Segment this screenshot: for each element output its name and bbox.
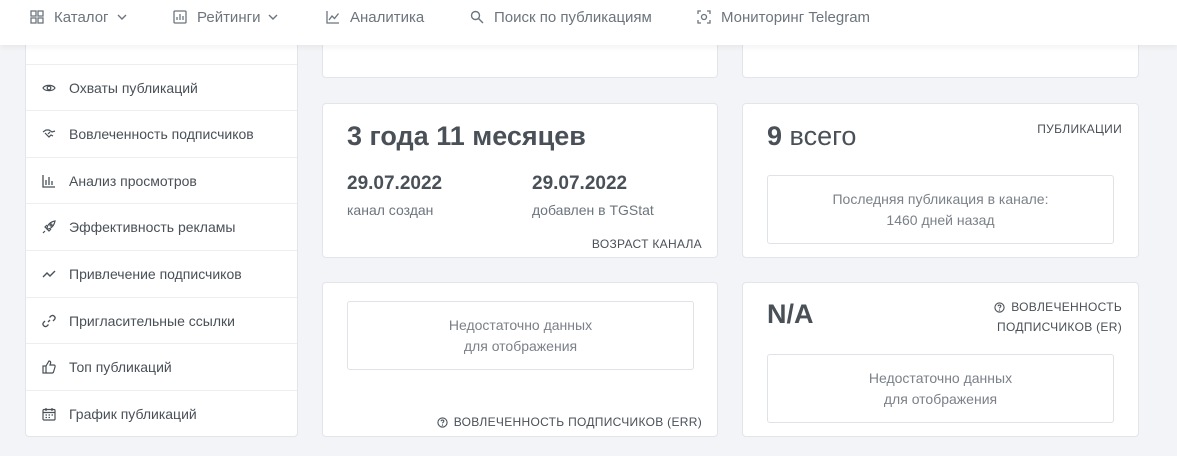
posts-count-number: 9 (767, 121, 783, 151)
nav-search-posts-label: Поиск по публикациям (494, 8, 652, 26)
chevron-down-icon (268, 12, 278, 22)
last-post-label: Последняя публикация в канале: (832, 190, 1049, 207)
channel-age-card: 3 года 11 месяцев 29.07.2022 канал созда… (322, 103, 718, 258)
posts-count: 9 всего (767, 121, 856, 152)
err-no-data-line2: для отображения (463, 337, 578, 354)
channel-age-caption: ВОЗРАСТ КАНАЛА (591, 237, 702, 251)
calendar-icon (42, 407, 56, 421)
err-no-data-line1: Недостаточно данных (448, 316, 593, 333)
err-caption: ВОВЛЕЧЕННОСТЬ ПОДПИСЧИКОВ (ERR) (437, 413, 702, 433)
monitor-scan-icon (696, 9, 712, 25)
sidebar-item-label: Привлечение подписчиков (69, 265, 242, 282)
bar-chart-icon (172, 9, 188, 25)
channel-added-date: 29.07.2022 (532, 173, 628, 194)
search-icon (469, 9, 485, 25)
channel-created-label: канал создан (347, 202, 434, 218)
grid-icon (29, 9, 45, 25)
er-caption-line1: ВОВЛЕЧЕННОСТЬ (1011, 300, 1122, 314)
nav-analytics-label: Аналитика (350, 8, 425, 26)
nav-catalog[interactable]: Каталог (29, 0, 127, 34)
last-post-age: 1460 дней назад (886, 211, 995, 228)
channel-added-label: добавлен в TGStat (532, 202, 654, 218)
question-circle-icon[interactable] (437, 415, 448, 433)
channel-age-value: 3 года 11 месяцев (347, 121, 586, 151)
er-caption-line2: ПОДПИСЧИКОВ (ER) (997, 320, 1122, 334)
sidebar-item-label: Пригласительные ссылки (69, 312, 235, 329)
eye-icon (42, 81, 56, 95)
posts-card: 9 всего ПУБЛИКАЦИИ Последняя публикация … (742, 103, 1139, 258)
sidebar-item-ad-efficiency[interactable]: Эффективность рекламы (26, 203, 297, 249)
sidebar-item-label: Топ публикаций (69, 358, 172, 375)
sidebar-item-posting-schedule[interactable]: График публикаций (26, 390, 297, 436)
sidebar-item-post-reach[interactable]: Охваты публикаций (26, 64, 297, 110)
err-no-data-box: Недостаточно данных для отображения (347, 301, 694, 370)
nav-search-posts[interactable]: Поиск по публикациям (469, 0, 652, 34)
sidebar-item-subscriber-engagement[interactable]: Вовлеченность подписчиков (26, 110, 297, 156)
sidebar-item-top-posts[interactable]: Топ публикаций (26, 343, 297, 389)
sidebar-item-subscriber-growth[interactable]: Привлечение подписчиков (26, 250, 297, 296)
sidebar-item-views-analysis[interactable]: Анализ просмотров (26, 157, 297, 203)
nav-telegram-monitoring[interactable]: Мониторинг Telegram (696, 0, 870, 34)
err-card: Недостаточно данных для отображения ВОВЛ… (322, 282, 718, 437)
err-caption-text: ВОВЛЕЧЕННОСТЬ ПОДПИСЧИКОВ (ERR) (453, 415, 702, 429)
sidebar-item-label: Эффективность рекламы (69, 218, 236, 235)
question-circle-icon[interactable] (994, 300, 1005, 318)
channel-created-date: 29.07.2022 (347, 173, 443, 194)
sidebar-item-label: Вовлеченность подписчиков (69, 125, 254, 142)
er-no-data-box: Недостаточно данных для отображения (767, 354, 1114, 423)
er-value: N/A (767, 299, 814, 329)
posts-caption: ПУБЛИКАЦИИ (1037, 122, 1122, 136)
sidebar-item-label: Анализ просмотров (69, 172, 197, 189)
channel-sidebar: Охваты публикаций Вовлеченность подписчи… (25, 0, 298, 437)
er-no-data-line2: для отображения (883, 390, 998, 407)
sidebar-item-label: Охваты публикаций (69, 79, 198, 96)
last-post-box: Последняя публикация в канале: 1460 дней… (767, 175, 1114, 244)
nav-catalog-label: Каталог (54, 8, 109, 26)
er-card: N/A ВОВЛЕЧЕННОСТЬ ПОДПИСЧИКОВ (ER) Недос… (742, 282, 1139, 437)
nav-telegram-monitoring-label: Мониторинг Telegram (721, 8, 871, 26)
nav-ratings[interactable]: Рейтинги (172, 0, 278, 34)
trend-icon (42, 267, 56, 281)
nav-analytics[interactable]: Аналитика (325, 0, 424, 34)
posts-count-suffix: всего (789, 121, 857, 151)
sidebar-item-label: График публикаций (69, 405, 197, 422)
link-icon (42, 314, 56, 328)
nav-ratings-label: Рейтинги (197, 8, 261, 26)
chevron-down-icon (117, 12, 127, 22)
rocket-icon (42, 219, 56, 234)
er-no-data-line1: Недостаточно данных (868, 369, 1013, 386)
bar-chart-icon (42, 174, 56, 188)
thumbs-up-icon (42, 359, 56, 374)
line-chart-icon (325, 9, 341, 25)
top-navbar: Каталог Рейтинги Аналитика Поиск по публ… (0, 0, 1177, 45)
handshake-icon (42, 127, 56, 141)
er-caption: ВОВЛЕЧЕННОСТЬ ПОДПИСЧИКОВ (ER) (994, 298, 1122, 336)
sidebar-item-invite-links[interactable]: Пригласительные ссылки (26, 297, 297, 343)
